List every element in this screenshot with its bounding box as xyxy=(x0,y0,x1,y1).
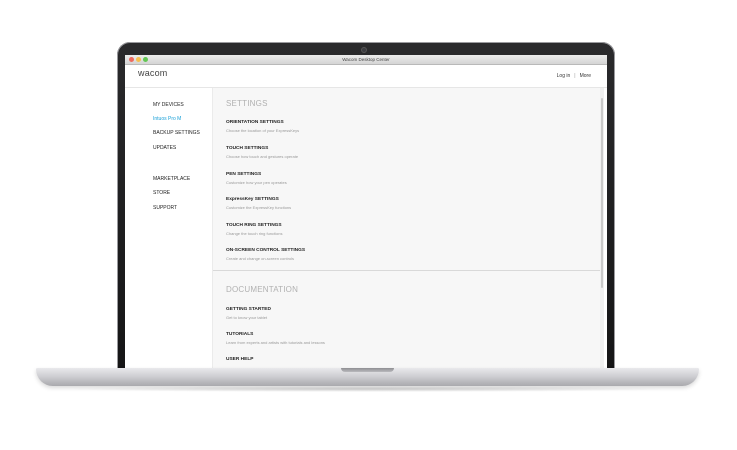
orientation-settings-item[interactable]: ORIENTATION SETTINGS Choose the location… xyxy=(226,120,299,133)
window-title: Wacom Desktop Center xyxy=(342,57,390,62)
item-description: Create and change on-screen controls xyxy=(226,256,295,261)
item-description: Learn from experts and artists with tuto… xyxy=(226,340,325,345)
on-screen-control-settings-item[interactable]: ON-SCREEN CONTROL SETTINGS Create and ch… xyxy=(226,248,305,261)
header-links: Log in | More xyxy=(557,73,591,79)
item-title: ON-SCREEN CONTROL SETTINGS xyxy=(226,248,306,253)
sidebar-item-support[interactable]: SUPPORT xyxy=(153,205,177,211)
laptop-base xyxy=(36,368,699,386)
touch-settings-item[interactable]: TOUCH SETTINGS Choose how touch and gest… xyxy=(226,146,298,159)
item-title: ORIENTATION SETTINGS xyxy=(226,120,284,125)
pen-settings-item[interactable]: PEN SETTINGS Customize how your pen oper… xyxy=(226,172,287,185)
laptop-lid: Wacom Desktop Center wacom Log in | More M… xyxy=(117,42,615,370)
item-description: Change the touch ring functions xyxy=(226,231,283,236)
scrollbar-thumb[interactable] xyxy=(601,98,603,288)
close-window-icon[interactable] xyxy=(129,57,134,62)
sidebar-item-backup-settings[interactable]: BACKUP SETTINGS xyxy=(153,130,200,136)
title-bar: Wacom Desktop Center xyxy=(125,55,607,65)
item-title: TOUCH SETTINGS xyxy=(226,146,269,151)
header-link-separator: | xyxy=(574,73,576,79)
login-link[interactable]: Log in xyxy=(557,73,571,79)
item-title: TOUCH RING SETTINGS xyxy=(226,223,282,228)
item-title: USER HELP xyxy=(226,357,254,362)
item-description: Customize the ExpressKey functions xyxy=(226,205,292,210)
laptop-shadow xyxy=(60,386,675,392)
app-header: wacom Log in | More xyxy=(125,65,607,88)
item-description: Customize how your pen operates xyxy=(226,180,287,185)
section-divider xyxy=(213,270,600,271)
app-window: Wacom Desktop Center wacom Log in | More M… xyxy=(125,55,607,370)
settings-section-title: SETTINGS xyxy=(226,99,268,108)
item-title: PEN SETTINGS xyxy=(226,172,262,177)
camera-icon xyxy=(361,47,367,53)
expresskey-settings-item[interactable]: ExpressKey SETTINGS Customize the Expres… xyxy=(226,197,291,210)
item-description: Choose how touch and gestures operate xyxy=(226,154,299,159)
item-title: ExpressKey SETTINGS xyxy=(226,197,279,202)
maximize-window-icon[interactable] xyxy=(143,57,148,62)
main-scrollbar[interactable] xyxy=(600,88,604,370)
touch-ring-settings-item[interactable]: TOUCH RING SETTINGS Change the touch rin… xyxy=(226,223,282,236)
sidebar-item-marketplace[interactable]: MARKETPLACE xyxy=(153,176,190,182)
item-description: Get to know your tablet xyxy=(226,315,268,320)
getting-started-item[interactable]: GETTING STARTED Get to know your tablet xyxy=(226,307,271,320)
documentation-section-title: DOCUMENTATION xyxy=(226,285,299,294)
tutorials-item[interactable]: TUTORIALS Learn from experts and artists… xyxy=(226,332,325,345)
item-description: Choose the location of your ExpressKeys xyxy=(226,128,300,133)
item-title: GETTING STARTED xyxy=(226,307,271,312)
sidebar-item-store[interactable]: STORE xyxy=(153,190,170,196)
main-content: SETTINGS ORIENTATION SETTINGS Choose the… xyxy=(212,88,600,370)
item-title: TUTORIALS xyxy=(226,332,254,337)
user-help-item[interactable]: USER HELP xyxy=(226,357,253,362)
minimize-window-icon[interactable] xyxy=(136,57,141,62)
wacom-logo: wacom xyxy=(138,68,168,78)
sidebar-item-updates[interactable]: UPDATES xyxy=(153,145,176,151)
sidebar: MY DEVICES Intuos Pro M BACKUP SETTINGS … xyxy=(125,88,212,370)
laptop-opening-notch xyxy=(341,368,394,372)
sidebar-item-my-devices[interactable]: MY DEVICES xyxy=(153,102,184,108)
more-link[interactable]: More xyxy=(580,73,591,79)
sidebar-item-intuos-pro-m[interactable]: Intuos Pro M xyxy=(153,116,181,122)
